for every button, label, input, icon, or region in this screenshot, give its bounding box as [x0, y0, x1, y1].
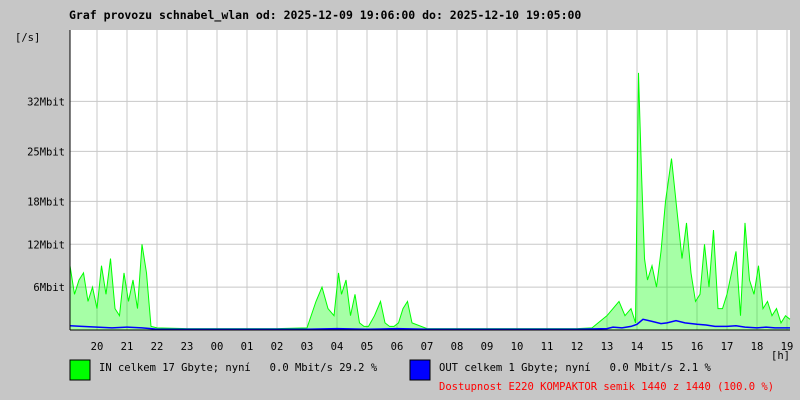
- x-tick-labels: 20 21 22 23 00 01 02 03 04 05 06 07 08 09 10 11 12 13 14 15…: [91, 341, 794, 353]
- in-legend-swatch: [69, 359, 91, 381]
- x-tick-label: 08: [451, 341, 464, 353]
- x-tick-label: 06: [391, 341, 404, 353]
- out-legend-text: OUT celkem 1 Gbyte; nyní 0.0 Mbit/s 2.1 …: [439, 362, 712, 374]
- x-tick-label: 11: [541, 341, 554, 353]
- chart-title: Graf provozu schnabel_wlan od: 2025-12-0…: [69, 8, 581, 23]
- x-tick-label: 07: [421, 341, 434, 353]
- x-tick-label: 03: [301, 341, 314, 353]
- x-tick-label: 15: [661, 341, 674, 353]
- x-tick-label: 19: [781, 341, 794, 353]
- y-tick-labels: 6Mbit 12Mbit 18Mbit 25Mbit 32Mbit: [27, 96, 65, 294]
- x-tick-label: 17: [721, 341, 734, 353]
- x-tick-label: 10: [511, 341, 524, 353]
- in-legend-text: IN celkem 17 Gbyte; nyní 0.0 Mbit/s 29.2…: [99, 362, 378, 374]
- traffic-chart: Graf provozu schnabel_wlan od: 2025-12-0…: [15, 8, 794, 393]
- availability-text: Dostupnost E220 KOMPAKTOR semik 1440 z 1…: [439, 381, 774, 393]
- x-tick-label: 04: [331, 341, 344, 353]
- x-tick-label: 02: [271, 341, 284, 353]
- x-tick-label: 20: [91, 341, 104, 353]
- y-tick-label: 25Mbit: [27, 146, 65, 158]
- x-tick-label: 01: [241, 341, 254, 353]
- x-tick-label: 09: [481, 341, 494, 353]
- y-tick-label: 12Mbit: [27, 239, 65, 251]
- x-tick-label: 12: [571, 341, 584, 353]
- x-tick-label: 23: [181, 341, 194, 353]
- x-tick-label: 00: [211, 341, 224, 353]
- out-legend-swatch: [409, 359, 431, 381]
- y-axis-unit: [/s]: [15, 32, 40, 44]
- x-tick-label: 21: [121, 341, 134, 353]
- y-tick-label: 18Mbit: [27, 196, 65, 208]
- x-tick-label: 14: [631, 341, 644, 353]
- y-tick-label: 6Mbit: [33, 282, 65, 294]
- x-tick-label: 05: [361, 341, 374, 353]
- x-tick-label: 16: [691, 341, 704, 353]
- x-tick-label: 13: [601, 341, 614, 353]
- y-tick-label: 32Mbit: [27, 96, 65, 108]
- traffic-graph-panel: Graf provozu schnabel_wlan od: 2025-12-0…: [0, 0, 800, 400]
- x-tick-label: 18: [751, 341, 764, 353]
- x-tick-label: 22: [151, 341, 164, 353]
